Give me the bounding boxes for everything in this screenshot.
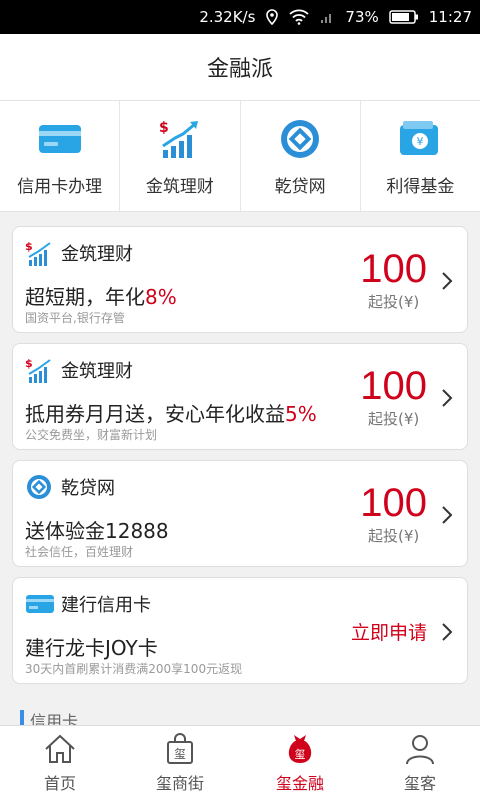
card-provider: 金筑理财: [61, 361, 133, 382]
quick-entries: 信用卡办理 $ 金筑理财 乾贷网 ¥ 利得基金: [0, 101, 480, 212]
product-card[interactable]: 乾贷网 送体验金12888 社会信任，百姓理财 100 起投(¥): [12, 460, 468, 567]
quick-label: 乾贷网: [274, 176, 326, 197]
svg-text:玺: 玺: [295, 748, 306, 761]
min-investment-unit: 起投(¥): [368, 410, 420, 428]
quick-lide[interactable]: ¥ 利得基金: [361, 101, 480, 211]
network-speed: 2.32K/s: [199, 8, 256, 26]
card-headline: 建行龙卡JOY卡: [25, 632, 158, 661]
tab-shop-street[interactable]: 玺 玺商街: [120, 726, 240, 800]
chevron-right-icon: [442, 506, 453, 524]
quick-label: 信用卡办理: [17, 176, 103, 197]
card-provider: 乾贷网: [61, 478, 115, 499]
svg-text:$: $: [25, 357, 33, 370]
svg-text:¥: ¥: [417, 135, 424, 148]
home-icon: [45, 734, 75, 763]
card-subtitle: 公交免费坐，财富新计划: [25, 428, 158, 442]
card-headline: 超短期，年化8%: [25, 281, 177, 310]
product-list: $ 金筑理财 超短期，年化8% 国资平台,银行存管 100 起投(¥) $ 金筑…: [0, 226, 480, 694]
card-headline: 抵用券月月送，安心年化收益5%: [25, 398, 317, 427]
card-headline-text: 送体验金12888: [25, 519, 169, 543]
credit-card-icon: [26, 595, 54, 613]
chevron-right-icon: [442, 623, 453, 641]
min-investment: 100: [360, 364, 427, 408]
tab-label: 玺客: [403, 774, 436, 793]
person-icon: [406, 735, 434, 765]
section-marker: [20, 710, 24, 726]
status-bar: 2.32K/s 73% 11:27: [0, 0, 480, 34]
card-headline-text: 超短期，年化: [25, 285, 145, 309]
svg-text:玺: 玺: [174, 747, 186, 761]
section-header: 信用卡: [0, 704, 480, 731]
battery-icon: [389, 9, 419, 25]
qiandai-logo-icon: [281, 119, 320, 158]
page-title: 金融派: [206, 57, 273, 82]
svg-text:$: $: [159, 120, 169, 136]
card-subtitle: 社会信任，百姓理财: [25, 545, 134, 559]
min-investment-unit: 起投(¥): [368, 293, 420, 311]
product-card[interactable]: $ 金筑理财 抵用券月月送，安心年化收益5% 公交免费坐，财富新计划 100 起…: [12, 343, 468, 450]
apply-now-button[interactable]: 立即申请: [351, 618, 427, 645]
tab-label: 首页: [43, 774, 76, 793]
signal-icon: [319, 9, 335, 25]
wallet-icon: ¥: [400, 120, 439, 155]
location-icon: [265, 9, 279, 25]
title-bar: 金融派: [0, 34, 480, 101]
quick-credit-card[interactable]: 信用卡办理: [0, 101, 121, 211]
card-subtitle: 30天内首刷累计消费满200享100元返现: [25, 662, 243, 676]
tab-home[interactable]: 首页: [0, 726, 120, 800]
card-headline: 送体验金12888: [25, 515, 169, 544]
chevron-right-icon: [442, 389, 453, 407]
finance-chart-icon: $: [159, 120, 198, 158]
clock: 11:27: [428, 8, 472, 26]
battery-level: 73%: [345, 8, 379, 26]
wifi-icon: [289, 9, 310, 25]
card-headline-text: 抵用券月月送，安心年化收益: [25, 402, 285, 426]
card-highlight: 8%: [145, 285, 177, 309]
chevron-right-icon: [442, 272, 453, 290]
tab-profile[interactable]: 玺客: [360, 726, 480, 800]
quick-qiandai[interactable]: 乾贷网: [241, 101, 361, 211]
shopping-bag-icon: 玺: [167, 733, 193, 764]
tab-label: 玺商街: [155, 774, 204, 793]
finance-chart-icon: $: [25, 240, 51, 266]
finance-chart-icon: $: [25, 357, 51, 383]
card-subtitle: 国资平台,银行存管: [25, 311, 125, 325]
min-investment-unit: 起投(¥): [368, 527, 420, 545]
tab-finance[interactable]: 玺 玺金融: [240, 726, 360, 800]
tab-label: 玺金融: [275, 774, 324, 793]
min-investment: 100: [360, 247, 427, 291]
card-headline-text: 建行龙卡JOY卡: [25, 636, 158, 660]
svg-text:$: $: [25, 240, 33, 253]
quick-label: 利得基金: [386, 176, 455, 197]
product-card[interactable]: 建行信用卡 建行龙卡JOY卡 30天内首刷累计消费满200享100元返现 立即申…: [12, 577, 468, 684]
product-card[interactable]: $ 金筑理财 超短期，年化8% 国资平台,银行存管 100 起投(¥): [12, 226, 468, 333]
quick-jinzhu[interactable]: $ 金筑理财: [120, 101, 241, 211]
min-investment: 100: [360, 481, 427, 525]
card-highlight: 5%: [285, 402, 317, 426]
card-provider: 建行信用卡: [61, 595, 151, 616]
qiandai-logo-icon: [27, 475, 51, 499]
card-provider: 金筑理财: [61, 244, 133, 265]
money-bag-icon: 玺: [288, 735, 312, 763]
bottom-tab-bar: 首页 玺 玺商街 玺 玺金融 玺客: [0, 725, 480, 800]
credit-card-icon: [38, 124, 81, 153]
quick-label: 金筑理财: [145, 176, 214, 197]
